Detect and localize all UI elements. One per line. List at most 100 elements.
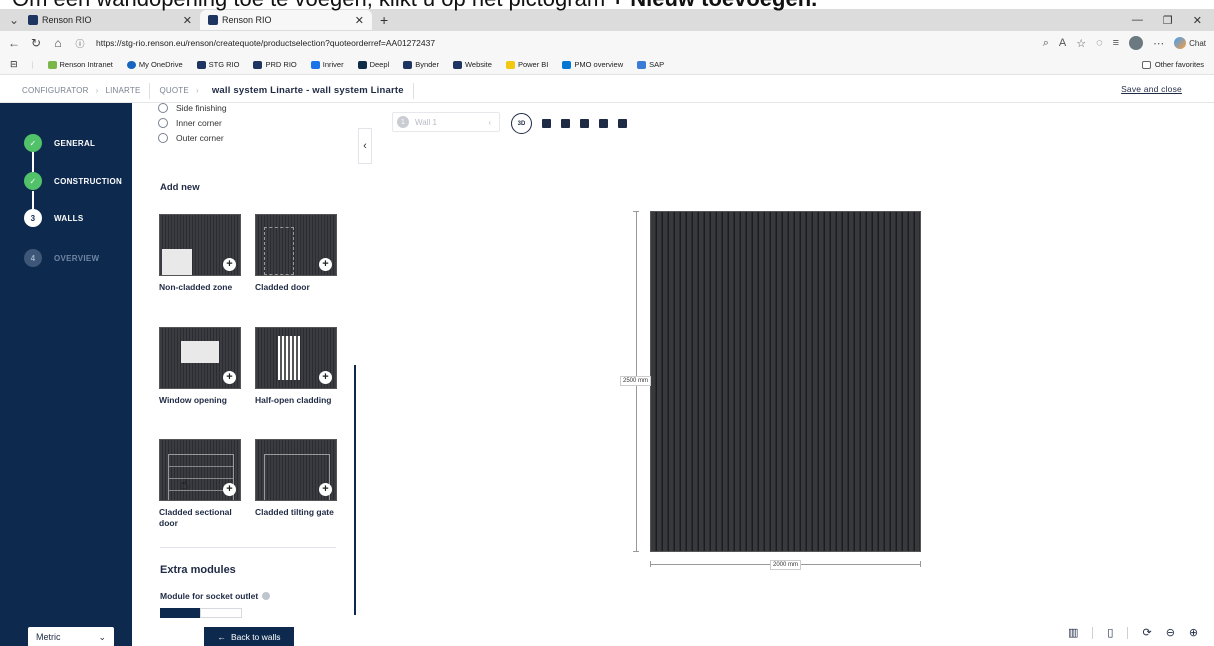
option-thumbnail[interactable]: + [255,214,337,276]
view-toolbar: 3D [511,113,627,134]
option-label: Half-open cladding [255,395,332,405]
view-back-icon[interactable] [561,119,570,128]
breadcrumb-quote[interactable]: QUOTE [159,86,188,95]
add-icon[interactable]: + [319,258,332,271]
radio-inner-corner[interactable]: Inner corner [158,118,222,128]
collapse-panel-button[interactable]: ‹ [358,128,372,164]
info-icon[interactable] [262,592,271,600]
option-half-open-cladding[interactable]: + Half-open cladding [255,327,337,406]
browser-tab-1[interactable]: Renson RIO ✕ [20,10,200,30]
other-favorites[interactable]: Other favorites [1141,60,1204,69]
read-aloud-icon[interactable]: A [1059,37,1066,49]
bookmark-deepl[interactable]: Deepl [357,60,389,69]
folder-icon [1141,60,1151,69]
radio-outer-corner[interactable]: Outer corner [158,133,224,143]
option-thumbnail[interactable]: + [159,327,241,389]
bookmark-my-onedrive[interactable]: My OneDrive [126,60,183,69]
refresh-icon[interactable]: ↻ [30,36,42,50]
add-icon[interactable]: + [223,258,236,271]
canvas-toolbar: ▥ ▯ ⟳ ⊖ ⊕ [1068,626,1198,639]
zoom-out-icon[interactable]: ⊖ [1166,626,1175,639]
bookmark-stg-rio[interactable]: STG RIO [196,60,240,69]
tab-list-icon[interactable]: ⌄ [8,13,20,27]
tab-actions-icon[interactable]: ⊟ [10,59,18,70]
add-icon[interactable]: + [223,371,236,384]
socket-outlet-toggle[interactable] [160,608,242,618]
option-non-cladded-zone[interactable]: + Non-cladded zone [159,214,241,293]
toolbar-divider [1092,626,1094,639]
option-thumbnail[interactable]: + [159,439,241,501]
toggle-on[interactable] [160,608,200,618]
restore-icon[interactable]: ❐ [1163,14,1173,27]
breadcrumb-configurator[interactable]: CONFIGURATOR [22,86,89,95]
close-tab-icon[interactable]: ✕ [355,14,364,27]
radio-button[interactable] [158,103,168,113]
back-to-walls-button[interactable]: ← Back to walls [204,627,294,646]
view-left-icon[interactable] [599,119,608,128]
bookmark-label: Inriver [322,60,344,69]
profile-avatar[interactable] [1129,36,1144,50]
option-thumbnail[interactable]: + [255,439,337,501]
bookmark-sap[interactable]: SAP [637,60,664,69]
zoom-in-icon[interactable]: ⊕ [1189,626,1198,639]
bookmark-website[interactable]: Website [452,60,492,69]
unit-select[interactable]: Metric ⌄ [28,627,114,646]
favorite-star-icon[interactable]: ☆ [1076,37,1086,50]
bookmark-power-bi[interactable]: Power BI [505,60,548,69]
minimize-icon[interactable]: — [1132,14,1143,27]
breadcrumb-linarte[interactable]: LINARTE [105,86,140,95]
bookmark-label: STG RIO [208,60,240,69]
url-field[interactable]: https://stg-rio.renson.eu/renson/createq… [96,38,435,48]
add-icon[interactable]: + [223,483,236,496]
rotate-icon[interactable]: ⟳ [1142,626,1151,639]
bookmark-renson-intranet[interactable]: Renson Intranet [47,60,113,69]
radio-button[interactable] [158,118,168,128]
option-thumbnail[interactable]: + [255,327,337,389]
option-cladded-sectional-door[interactable]: + Cladded sectional door [159,439,241,529]
new-tab-icon[interactable]: + [372,12,396,28]
view-right-icon[interactable] [618,119,627,128]
view-front-icon[interactable] [542,119,551,128]
view-top-icon[interactable] [580,119,589,128]
view-3d-icon[interactable]: 3D [511,113,532,134]
step-construction[interactable]: ✓ CONSTRUCTION [24,172,122,190]
close-tab-icon[interactable]: ✕ [183,14,192,27]
close-window-icon[interactable]: ✕ [1193,14,1202,27]
radio-button[interactable] [158,133,168,143]
show-lamellas-icon[interactable]: ▥ [1068,626,1078,639]
radio-side-finishing[interactable]: Side finishing [158,103,227,113]
bookmark-prd-rio[interactable]: PRD RIO [253,60,297,69]
option-cladded-tilting-gate[interactable]: + Cladded tilting gate [255,439,337,518]
option-thumbnail[interactable]: + [159,214,241,276]
zoom-icon[interactable]: ⌕ [1043,37,1049,50]
bookmark-label: My OneDrive [138,60,183,69]
add-icon[interactable]: + [319,371,332,384]
toggle-off[interactable] [200,608,242,618]
step-walls[interactable]: 3 WALLS [24,209,84,227]
bookmark-inriver[interactable]: Inriver [310,60,344,69]
browser-tab-2[interactable]: Renson RIO ✕ [200,10,372,30]
other-favorites-label: Other favorites [1154,60,1204,69]
site-info-icon[interactable]: ⓘ [74,37,86,50]
favorites-icon[interactable]: ≡ [1113,37,1119,49]
frame-icon[interactable]: ▯ [1107,626,1113,639]
bookmark-label: Website [464,60,492,69]
option-window-opening[interactable]: + Window opening [159,327,241,406]
step-overview[interactable]: 4 OVERVIEW [24,249,99,267]
option-label: Cladded door [255,282,310,292]
wall-selector[interactable]: 1 Wall 1 ‹ [392,112,500,132]
radio-label: Outer corner [176,133,224,143]
add-icon[interactable]: + [319,483,332,496]
copilot-chat-button[interactable]: Chat [1174,37,1206,49]
save-and-close-link[interactable]: Save and close [1121,84,1182,94]
panel-scrollbar[interactable] [354,365,356,615]
step-general[interactable]: ✓ GENERAL [24,134,95,152]
option-cladded-door[interactable]: + Cladded door [255,214,337,293]
wall-preview[interactable] [650,211,921,552]
home-icon[interactable]: ⌂ [52,36,64,50]
more-icon[interactable]: ⋯ [1153,37,1164,50]
bookmark-pmo-overview[interactable]: PMO overview [562,60,623,69]
back-icon[interactable]: ← [8,36,20,50]
bookmark-bynder[interactable]: Bynder [403,60,439,69]
extensions-icon[interactable]: ◌ [1096,37,1103,49]
